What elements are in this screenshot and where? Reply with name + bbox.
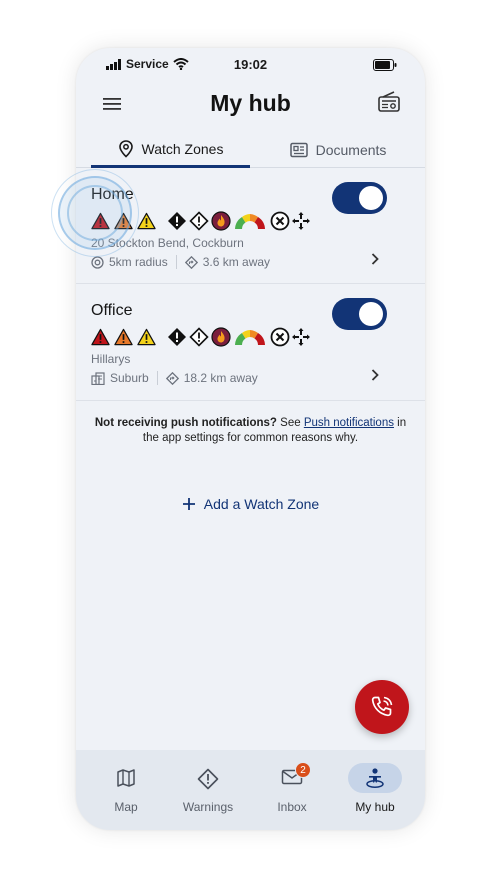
zone-toggle[interactable]: [332, 182, 387, 214]
advice-triangle-icon: [137, 328, 156, 346]
zone-address: Hillarys: [91, 352, 131, 366]
battery-icon: [373, 58, 397, 76]
cancel-circle-icon: [270, 327, 290, 347]
zone-distance: 18.2 km away: [165, 371, 258, 385]
bottom-navigation: Map Warnings 2 Inbox My hub: [76, 750, 425, 830]
add-watch-zone-label: Add a Watch Zone: [203, 496, 320, 512]
hazard-diamond-icon: [168, 212, 186, 230]
cancel-circle-icon: [270, 211, 290, 231]
status-bar: Service 19:02: [76, 48, 425, 82]
radio-icon[interactable]: [377, 90, 401, 114]
nav-map-label: Map: [114, 800, 138, 814]
page-title: My hub: [210, 90, 291, 116]
zone-type: Suburb: [91, 371, 149, 385]
zone-radius: 5km radius: [91, 255, 168, 269]
person-hub-icon: [366, 768, 384, 788]
emergency-warning-triangle-icon: [91, 328, 110, 346]
suburb-building-icon: [91, 371, 105, 385]
tab-watch-zones-label: Watch Zones: [141, 140, 224, 157]
zone-name: Office: [91, 302, 133, 319]
tab-documents[interactable]: Documents: [258, 132, 418, 168]
add-watch-zone-button[interactable]: Add a Watch Zone: [76, 496, 425, 512]
push-notifications-link[interactable]: Push notifications: [304, 417, 394, 429]
app-header: My hub: [76, 82, 425, 132]
map-icon: [117, 769, 135, 787]
hazard-diamond-outline-icon: [189, 211, 209, 231]
nav-inbox-icon-wrap: [252, 768, 332, 786]
zone-distance-label: 18.2 km away: [183, 371, 258, 385]
inbox-badge: 2: [295, 762, 311, 778]
toggle-knob: [359, 302, 383, 326]
watch-zone-card-office[interactable]: Office Hillarys Suburb 18.2 km away: [76, 284, 425, 401]
zone-type-label: Suburb: [110, 371, 149, 385]
evacuation-arrows-icon: [292, 328, 310, 346]
nav-inbox[interactable]: 2 Inbox: [252, 750, 332, 830]
nav-warnings-label: Warnings: [182, 800, 234, 814]
emergency-call-button[interactable]: [355, 680, 409, 734]
nav-my-hub[interactable]: My hub: [335, 750, 415, 830]
evacuation-arrows-icon: [292, 212, 310, 230]
tab-documents-label: Documents: [315, 142, 387, 158]
zone-meta: Suburb 18.2 km away: [91, 371, 258, 385]
zone-distance-label: 3.6 km away: [202, 255, 271, 269]
tab-watch-zones[interactable]: Watch Zones: [91, 132, 250, 168]
phone-frame: Service 19:02 My hub Watch Zones Documen…: [76, 48, 425, 830]
meta-divider: [175, 255, 177, 269]
zone-address: 20 Stockton Bend, Cockburn: [91, 236, 244, 250]
watch-zone-card-home[interactable]: Home 20 Stockton Bend, Cockburn 5km radi…: [76, 168, 425, 284]
zone-meta: 5km radius 3.6 km away: [91, 255, 270, 269]
tab-bar: Watch Zones Documents: [76, 132, 425, 168]
watch-act-triangle-icon: [114, 328, 133, 346]
bushfire-icon: [211, 211, 231, 231]
nav-my-hub-icon-wrap: [335, 763, 415, 793]
radius-icon: [91, 255, 104, 269]
plus-icon: [182, 498, 195, 510]
nav-my-hub-label: My hub: [355, 800, 395, 814]
hazard-diamond-icon: [168, 328, 186, 346]
fire-danger-rating-icon: [235, 214, 265, 229]
zone-toggle[interactable]: [332, 298, 387, 330]
chevron-right-icon[interactable]: [369, 368, 381, 382]
phone-call-icon: [371, 696, 393, 717]
zone-name: Home: [91, 186, 134, 203]
advice-triangle-icon: [137, 212, 156, 230]
meta-divider: [156, 371, 158, 385]
push-notification-notice: Not receiving push notifications? See Pu…: [94, 416, 407, 446]
nav-warnings[interactable]: Warnings: [168, 750, 248, 830]
toggle-knob: [359, 186, 383, 210]
warning-icon: [197, 768, 219, 790]
direction-icon: [165, 371, 179, 385]
warning-icons-row: [91, 327, 331, 347]
watch-act-triangle-icon: [114, 212, 133, 230]
emergency-warning-triangle-icon: [91, 212, 110, 230]
zone-radius-label: 5km radius: [109, 255, 168, 269]
direction-icon: [184, 255, 198, 269]
nav-inbox-label: Inbox: [277, 800, 307, 814]
bushfire-icon: [211, 327, 231, 347]
nav-map[interactable]: Map: [86, 750, 166, 830]
warning-icons-row: [91, 211, 331, 231]
zone-distance: 3.6 km away: [184, 255, 271, 269]
chevron-right-icon[interactable]: [369, 252, 381, 266]
notice-see: See: [276, 417, 304, 429]
nav-map-icon-wrap: [86, 768, 166, 788]
location-pin-icon: [118, 139, 133, 158]
document-icon: [289, 142, 308, 158]
nav-warnings-icon-wrap: [168, 768, 248, 790]
hazard-diamond-outline-icon: [189, 327, 209, 347]
fire-danger-rating-icon: [235, 330, 265, 345]
notice-lead: Not receiving push notifications?: [94, 417, 277, 429]
active-tab-indicator: [348, 763, 402, 793]
